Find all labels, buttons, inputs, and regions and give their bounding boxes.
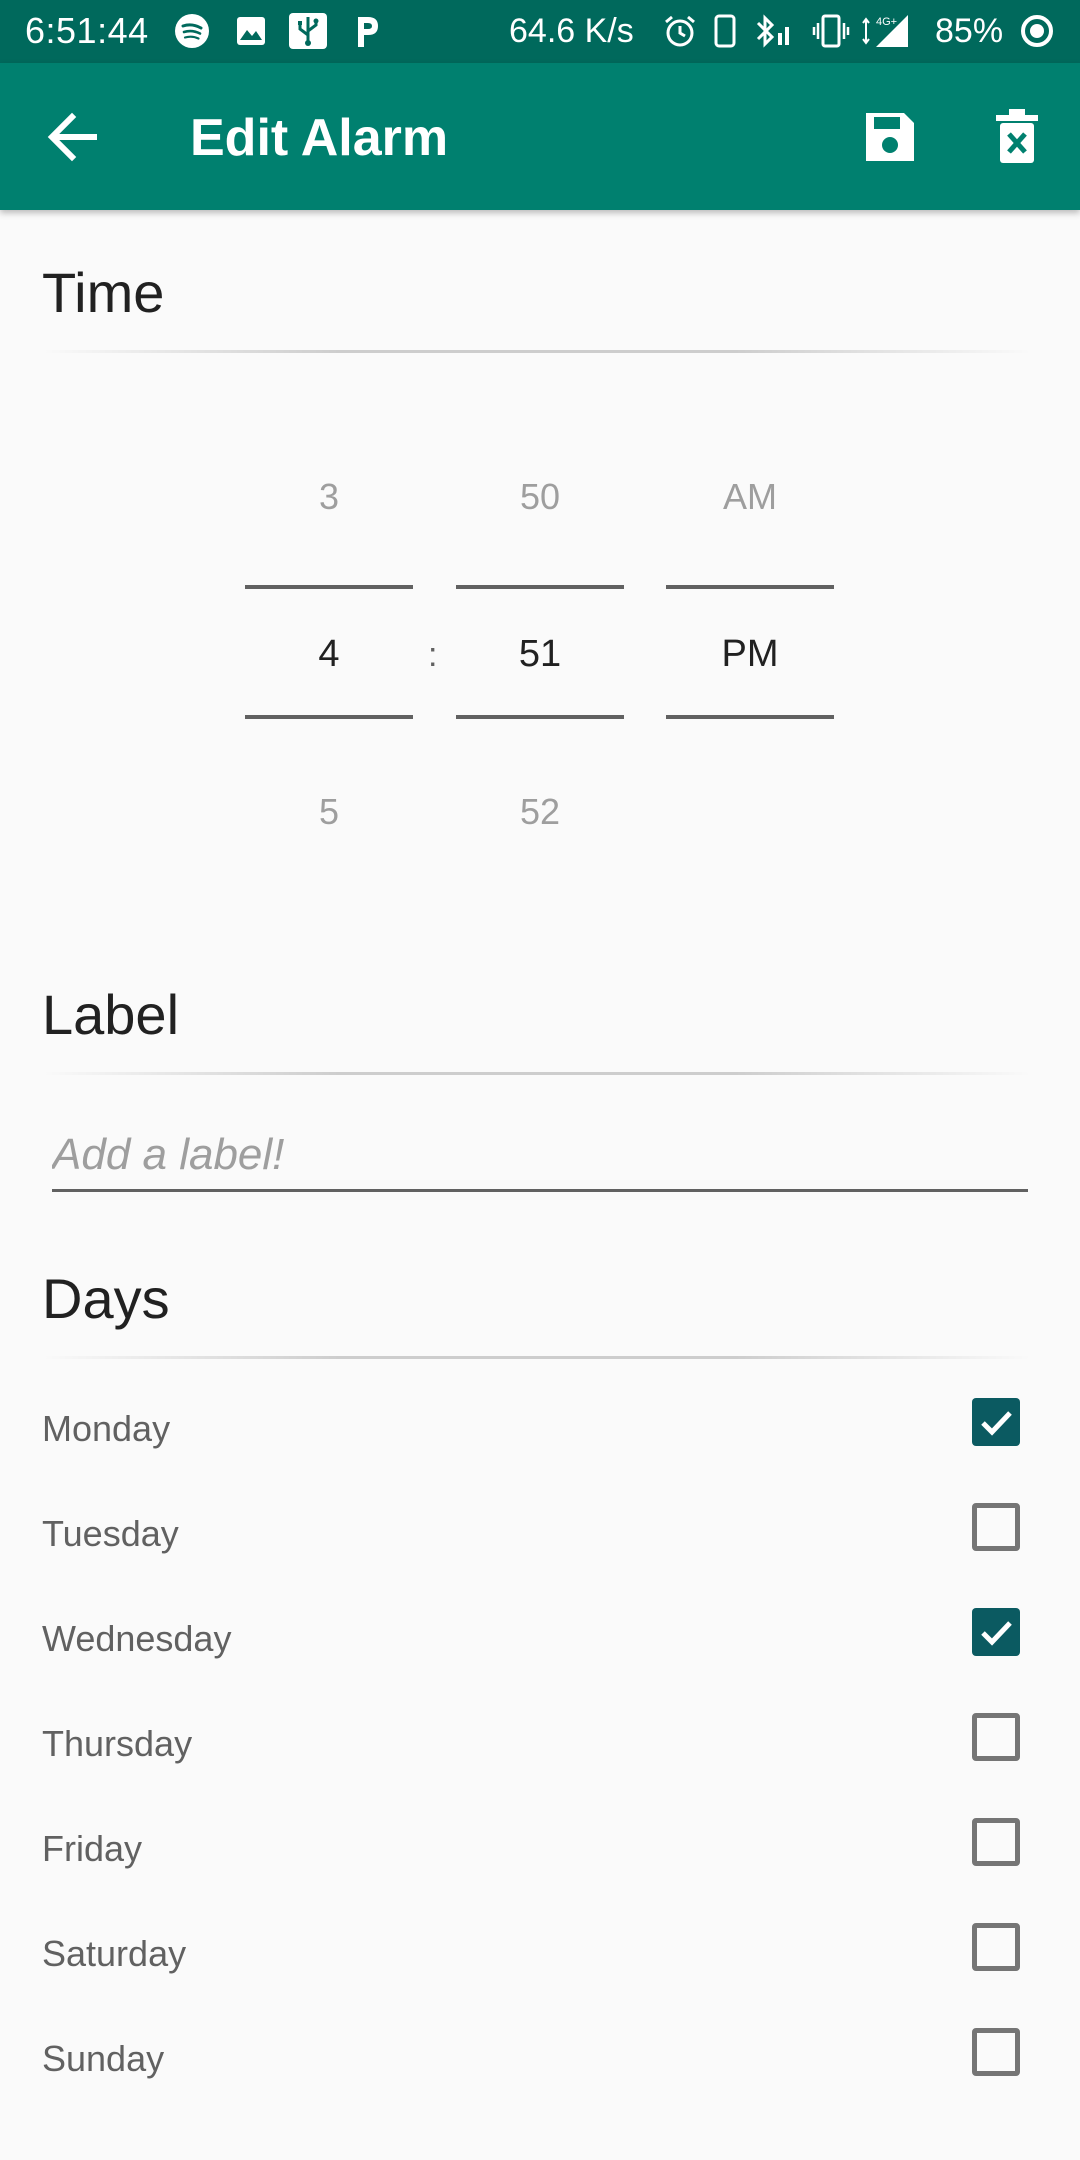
hour-divider-bottom: [245, 715, 413, 719]
ampm-divider-top: [666, 585, 834, 589]
saturday-checkbox[interactable]: [972, 1923, 1020, 1971]
day-row-monday[interactable]: Monday: [0, 1382, 1080, 1487]
network-speed: 64.6 K/s: [509, 12, 634, 50]
ampm-selected[interactable]: PM: [666, 633, 834, 676]
ampm-divider-bottom: [666, 715, 834, 719]
hour-prev[interactable]: 3: [245, 476, 413, 518]
day-label: Saturday: [42, 1933, 187, 1974]
friday-checkbox[interactable]: [972, 1818, 1020, 1866]
image-icon: [236, 13, 266, 49]
app-toolbar: Edit Alarm: [0, 63, 1080, 210]
day-label: Tuesday: [42, 1513, 179, 1554]
day-row-friday[interactable]: Friday: [0, 1802, 1080, 1907]
time-section-title: Time: [42, 261, 165, 324]
day-row-saturday[interactable]: Saturday: [0, 1907, 1080, 2012]
day-row-wednesday[interactable]: Wednesday: [0, 1592, 1080, 1697]
day-label: Sunday: [42, 2038, 165, 2079]
label-input[interactable]: [52, 1120, 1028, 1192]
hour-selected[interactable]: 4: [245, 633, 413, 676]
day-label: Wednesday: [42, 1618, 232, 1659]
time-separator: :: [428, 636, 438, 674]
days-divider: [42, 1356, 1032, 1359]
label-divider: [42, 1072, 1032, 1075]
floppy-disk-icon[interactable]: [862, 109, 918, 165]
spotify-icon: [174, 13, 210, 49]
hour-next[interactable]: 5: [245, 791, 413, 833]
parking-icon: [353, 13, 381, 49]
minute-prev[interactable]: 50: [456, 476, 624, 518]
usb-icon: [288, 13, 328, 49]
minute-divider-bottom: [456, 715, 624, 719]
day-label: Friday: [42, 1828, 143, 1869]
day-label: Monday: [42, 1408, 171, 1449]
phone-icon: [712, 13, 738, 49]
vibrate-icon: [812, 13, 850, 49]
minute-divider-top: [456, 585, 624, 589]
minute-selected[interactable]: 51: [456, 633, 624, 676]
minute-next[interactable]: 52: [456, 791, 624, 833]
wednesday-checkbox[interactable]: [972, 1608, 1020, 1656]
day-row-tuesday[interactable]: Tuesday: [0, 1487, 1080, 1592]
alarm-icon: [662, 13, 698, 49]
day-label: Thursday: [42, 1723, 193, 1764]
trash-x-icon[interactable]: [994, 107, 1040, 167]
bluetooth-icon: [752, 13, 794, 49]
status-bar: 6:51:44 64.6 K/s 4G+ 85%: [0, 0, 1080, 63]
tuesday-checkbox[interactable]: [972, 1503, 1020, 1551]
ampm-prev[interactable]: AM: [666, 476, 834, 518]
svg-text:4G+: 4G+: [876, 16, 897, 28]
day-row-sunday[interactable]: Sunday: [0, 2012, 1080, 2117]
sunday-checkbox[interactable]: [972, 2028, 1020, 2076]
battery-percent: 85%: [935, 12, 1004, 50]
monday-checkbox[interactable]: [972, 1398, 1020, 1446]
label-section-title: Label: [42, 983, 180, 1046]
page-title: Edit Alarm: [190, 109, 449, 167]
status-time: 6:51:44: [25, 10, 149, 51]
thursday-checkbox[interactable]: [972, 1713, 1020, 1761]
day-row-thursday[interactable]: Thursday: [0, 1697, 1080, 1802]
arrow-left-icon[interactable]: [44, 109, 104, 165]
signal-4g-icon: 4G+: [862, 13, 910, 49]
days-section-title: Days: [42, 1267, 170, 1330]
hour-divider-top: [245, 585, 413, 589]
battery-ring-icon: [1018, 13, 1056, 49]
time-divider: [42, 350, 1032, 353]
